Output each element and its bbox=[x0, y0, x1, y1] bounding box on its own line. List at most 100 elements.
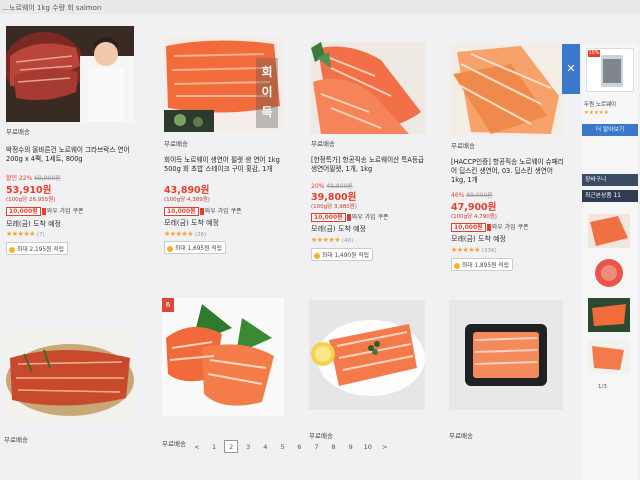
product-title[interactable]: 회이득 노르웨이 생연어 필렛 생 연어 1kg 500g 회 초밥 스테이크 … bbox=[164, 156, 284, 174]
original-price: 89,000원 bbox=[466, 192, 493, 199]
sale-price: 47,900원 bbox=[451, 202, 497, 213]
recent-pager[interactable]: 1/3 bbox=[598, 384, 607, 390]
product-image[interactable]: 회 이 득 bbox=[164, 36, 284, 132]
delivery-estimate: 모레(금) 도착 예정 bbox=[311, 225, 366, 233]
page-link[interactable]: 4 bbox=[258, 441, 272, 454]
side-panel: 10% 두원 노르웨이 ★★★★★ 더 알아보기 장바구니 최근본상품 11 1… bbox=[582, 44, 638, 480]
cart-button[interactable]: 장바구니 bbox=[582, 174, 638, 186]
page-link[interactable]: 6 bbox=[292, 441, 306, 454]
product-card-6[interactable]: 6 무료배송 bbox=[162, 298, 302, 448]
coupon-text: 와우 가입 쿠폰 bbox=[351, 214, 389, 221]
featured-rating-stars: ★★★★★ bbox=[584, 110, 609, 116]
sale-price: 39,800원 bbox=[311, 192, 357, 203]
unit-price: (100g당 26,955원) bbox=[6, 197, 56, 203]
recent-thumbnail[interactable] bbox=[588, 298, 630, 332]
coupon-text: 와우 가입 쿠폰 bbox=[46, 208, 84, 215]
review-count: (336) bbox=[481, 248, 497, 254]
discount-percent: 46% bbox=[451, 192, 465, 199]
reward-points: 최대 1,490원 적립 bbox=[311, 248, 373, 261]
pagination-prev-button[interactable]: < bbox=[190, 441, 204, 454]
rating-stars: ★★★★★ (336) bbox=[451, 246, 497, 254]
product-card-7[interactable]: 무료배송 bbox=[309, 300, 449, 440]
recent-thumbnail[interactable] bbox=[588, 256, 630, 290]
product-image[interactable] bbox=[311, 42, 425, 134]
rating-stars: ★★★★★ (7) bbox=[6, 230, 45, 238]
product-title[interactable]: [한정특가] 항공직송 노르웨이산 특A등급 생연어필렛, 1개, 1kg bbox=[311, 156, 427, 174]
svg-text:이: 이 bbox=[261, 84, 272, 99]
rating-stars: ★★★★★ (26) bbox=[164, 230, 207, 238]
page-link[interactable]: 1 bbox=[207, 441, 221, 454]
discount-row: 할인 22% 69,900원 bbox=[6, 173, 61, 182]
unit-price: (100g당 4,790원) bbox=[451, 214, 497, 220]
page: …노르웨이 1kg 수량 회 salmon 무료배송 박정수의 올바른건 노르웨… bbox=[0, 0, 640, 480]
coin-icon bbox=[167, 245, 173, 252]
page-link[interactable]: 9 bbox=[344, 441, 358, 454]
product-card-2[interactable]: 회 이 득 무료배송 회이득 노르웨이 생연어 필렛 생 연어 1kg 500g… bbox=[164, 36, 304, 286]
unit-price: (100g당 3,980원) bbox=[311, 204, 357, 210]
coin-icon bbox=[9, 246, 15, 253]
free-shipping-label: 무료배송 bbox=[449, 432, 473, 440]
close-icon[interactable]: ✕ bbox=[562, 44, 580, 94]
recent-thumbnail[interactable] bbox=[588, 214, 630, 248]
page-link[interactable]: 10 bbox=[361, 441, 375, 454]
discount-row: 46% 89,000원 bbox=[451, 190, 493, 199]
product-grid: 무료배송 박정수의 올바른건 노르웨이 그라브락스 연어 200g x 4팩, … bbox=[0, 14, 570, 480]
pagination-next-button[interactable]: > bbox=[378, 441, 392, 454]
page-link[interactable]: 5 bbox=[275, 441, 289, 454]
discount-tag: 10% bbox=[588, 50, 600, 57]
reward-points: 최대 1,895원 적립 bbox=[451, 258, 513, 271]
free-shipping-label: 무료배송 bbox=[162, 440, 186, 448]
rating-stars: ★★★★★ (40) bbox=[311, 236, 354, 244]
sale-price: 53,910원 bbox=[6, 185, 52, 196]
review-count: (26) bbox=[194, 232, 207, 238]
coupon-amount: 10,000원 bbox=[311, 213, 346, 222]
page-link[interactable]: 8 bbox=[327, 441, 341, 454]
coupon-text: 와우 가입 쿠폰 bbox=[491, 224, 529, 231]
recent-products-header[interactable]: 최근본상품 11 bbox=[582, 190, 638, 202]
page-link[interactable]: 3 bbox=[241, 441, 255, 454]
product-title[interactable]: 박정수의 올바른건 노르웨이 그라브락스 연어 200g x 4팩, 1세트, … bbox=[6, 146, 138, 164]
page-link-current[interactable]: 2 bbox=[224, 440, 239, 453]
product-card-8[interactable]: 무료배송 bbox=[449, 300, 589, 440]
free-shipping-label: 무료배송 bbox=[311, 140, 335, 148]
pagination: < 1 2 3 4 5 6 7 8 9 10 > bbox=[190, 440, 393, 454]
search-breadcrumb: …노르웨이 1kg 수량 회 salmon bbox=[0, 0, 640, 14]
free-shipping-label: 무료배송 bbox=[4, 436, 28, 444]
coupon-row: 10,000원 와우 가입 쿠폰 bbox=[311, 212, 389, 222]
svg-text:득: 득 bbox=[261, 105, 272, 119]
coin-icon bbox=[454, 262, 460, 269]
side-widget: ✕ 10% 두원 노르웨이 ★★★★★ 더 알아보기 장바구니 최근본상품 11 bbox=[562, 44, 640, 480]
coupon-amount: 10,000원 bbox=[451, 223, 486, 232]
reward-points: 최대 1,695원 적립 bbox=[164, 241, 226, 254]
page-link[interactable]: 7 bbox=[310, 441, 324, 454]
coupon-row: 10,000원 와우 가입 쿠폰 bbox=[6, 206, 84, 216]
product-image[interactable] bbox=[6, 26, 134, 122]
delivery-estimate: 모레(금) 도착 예정 bbox=[451, 235, 506, 243]
original-price: 69,900원 bbox=[34, 175, 61, 182]
product-image[interactable] bbox=[449, 300, 563, 410]
unit-price: (100g당 4,389원) bbox=[164, 197, 210, 203]
product-image[interactable] bbox=[309, 300, 425, 410]
recent-count: 11 bbox=[613, 193, 621, 199]
sale-price: 43,890원 bbox=[164, 185, 210, 196]
product-title[interactable]: [HACCP인증] 항공직송 노르웨이 슈페리어 딥스킨 생연어, 03. 딥스… bbox=[451, 158, 565, 185]
rank-badge: 6 bbox=[162, 298, 174, 312]
free-shipping-label: 무료배송 bbox=[309, 432, 333, 440]
coin-icon bbox=[314, 252, 320, 259]
review-count: (7) bbox=[36, 232, 45, 238]
discount-percent: 할인 22% bbox=[6, 175, 33, 182]
coupon-row: 10,000원 와우 가입 쿠폰 bbox=[451, 222, 529, 232]
product-image[interactable]: 6 bbox=[162, 298, 284, 416]
featured-product-name[interactable]: 두원 노르웨이 bbox=[584, 100, 616, 108]
product-image[interactable] bbox=[451, 44, 563, 136]
delivery-estimate: 모레(금) 도착 예정 bbox=[164, 219, 219, 227]
free-shipping-label: 무료배송 bbox=[164, 140, 188, 148]
product-image[interactable] bbox=[4, 328, 136, 424]
recent-thumbnail[interactable] bbox=[588, 340, 630, 374]
product-card-3[interactable]: 무료배송 [한정특가] 항공직송 노르웨이산 특A등급 생연어필렛, 1개, 1… bbox=[311, 42, 451, 286]
coupon-row: 10,000원 와우 가입 쿠폰 bbox=[164, 206, 242, 216]
free-shipping-label: 무료배송 bbox=[451, 142, 475, 150]
learn-more-button[interactable]: 더 알아보기 bbox=[582, 124, 638, 136]
product-card-5[interactable]: 무료배송 bbox=[4, 328, 144, 448]
product-card-1[interactable]: 무료배송 박정수의 올바른건 노르웨이 그라브락스 연어 200g x 4팩, … bbox=[6, 26, 146, 286]
